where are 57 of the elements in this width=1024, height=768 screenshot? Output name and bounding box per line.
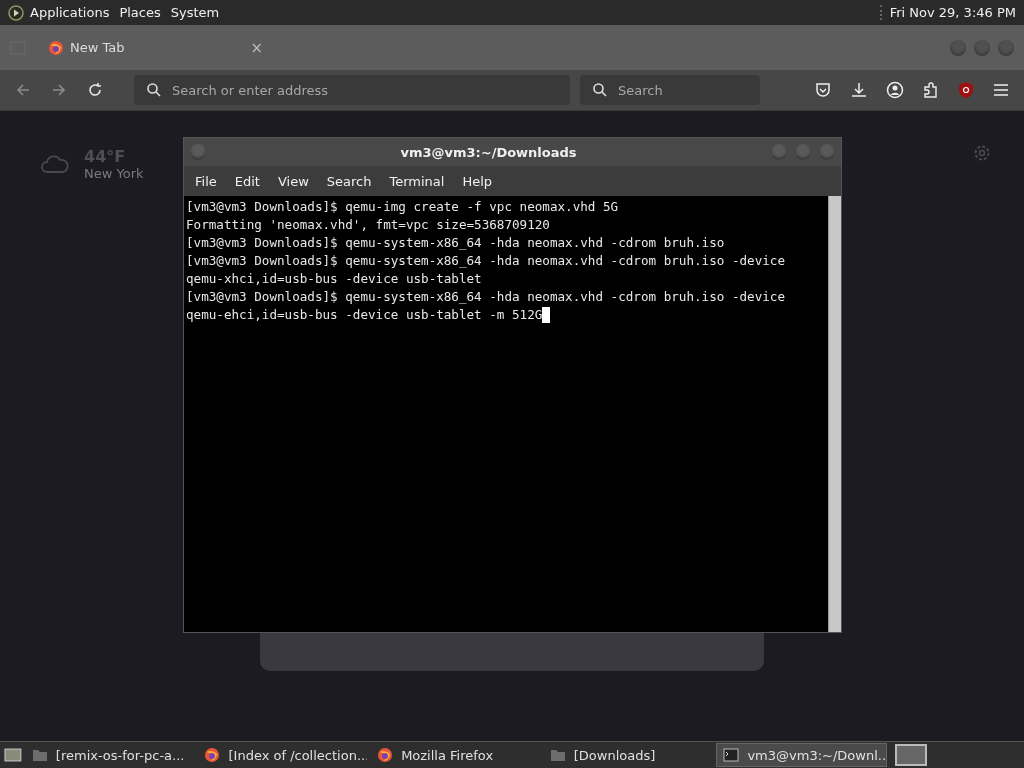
desktop-icon[interactable] xyxy=(4,747,22,763)
taskbar-button[interactable]: [Downloads] xyxy=(543,744,713,766)
taskbar-button[interactable]: Mozilla Firefox xyxy=(371,744,540,766)
terminal-line: [vm3@vm3 Downloads]$ qemu-img create -f vpc neomax.vhd 5G xyxy=(186,198,619,216)
search-field[interactable]: Search xyxy=(580,75,760,105)
minimize-button[interactable] xyxy=(771,144,787,160)
firefox-icon xyxy=(48,39,64,56)
browser-tab[interactable]: New Tab × xyxy=(40,29,271,66)
terminal-line: qemu-ehci,id=usb-bus -device usb-tablet -m 512G xyxy=(186,306,543,324)
clock[interactable]: Fri Nov 29, 3:46 PM xyxy=(879,5,1016,20)
terminal-line: [vm3@vm3 Downloads]$ qemu-system-x86_64 -hda neomax.vhd -cdrom bruh.iso -device xyxy=(186,288,785,306)
search-icon xyxy=(146,82,162,98)
menu-item[interactable]: Terminal xyxy=(380,173,454,189)
terminal-icon xyxy=(723,748,740,762)
close-tab-button[interactable]: × xyxy=(250,38,263,57)
window-button[interactable] xyxy=(974,39,990,56)
scrollbar[interactable] xyxy=(828,196,841,632)
logo-icon[interactable] xyxy=(8,4,24,21)
maximize-button[interactable] xyxy=(795,144,811,160)
window-menu-button[interactable] xyxy=(190,144,206,160)
puzzle-icon[interactable] xyxy=(922,81,940,99)
panel-menu[interactable]: System xyxy=(170,5,220,20)
folder-icon xyxy=(549,748,566,762)
firefox-icon xyxy=(204,747,221,763)
shield-icon[interactable] xyxy=(958,81,974,99)
panel-menu[interactable]: Applications xyxy=(30,5,110,20)
window-title: vm3@vm3:~/Downloads xyxy=(399,144,578,160)
text-cursor xyxy=(542,307,551,323)
menu-item[interactable]: Help xyxy=(453,173,502,189)
account-icon[interactable] xyxy=(886,81,904,99)
menu-icon[interactable] xyxy=(992,81,1010,99)
taskbar-button[interactable]: vm3@vm3:~/Downl... xyxy=(716,743,888,767)
firefox-icon xyxy=(377,747,394,763)
taskbar-button[interactable]: [remix-os-for-pc-a... xyxy=(25,744,195,766)
terminal-line: [vm3@vm3 Downloads]$ qemu-system-x86_64 -hda neomax.vhd -cdrom bruh.iso xyxy=(186,234,725,252)
settings-icon[interactable] xyxy=(973,144,991,162)
search-icon xyxy=(592,82,608,98)
menu-item[interactable]: File xyxy=(186,173,226,189)
folder-icon xyxy=(31,748,48,762)
terminal-line: [vm3@vm3 Downloads]$ qemu-system-x86_64 -hda neomax.vhd -cdrom bruh.iso -device xyxy=(186,252,785,270)
taskbar-button[interactable]: [Index of /collection... xyxy=(198,744,368,766)
workspace-switcher[interactable] xyxy=(895,744,927,766)
address-field[interactable]: Search or enter address xyxy=(134,75,570,105)
weather-city: New York xyxy=(84,166,144,181)
menu-item[interactable]: View xyxy=(268,173,318,189)
terminal-line: qemu-xhci,id=usb-bus -device usb-tablet xyxy=(186,270,482,288)
reload-icon[interactable] xyxy=(86,81,104,99)
window-button[interactable] xyxy=(950,39,966,56)
menu-item[interactable]: Search xyxy=(317,173,381,189)
menu-item[interactable]: Edit xyxy=(225,173,269,189)
cloud-icon xyxy=(40,154,70,174)
window-button[interactable] xyxy=(998,39,1014,56)
terminal-line: Formatting 'neomax.vhd', fmt=vpc size=5368709120 xyxy=(186,216,550,234)
close-button[interactable] xyxy=(819,144,835,160)
panel-menu[interactable]: Places xyxy=(119,5,161,20)
pocket-icon[interactable] xyxy=(814,81,832,99)
download-icon[interactable] xyxy=(850,81,868,99)
